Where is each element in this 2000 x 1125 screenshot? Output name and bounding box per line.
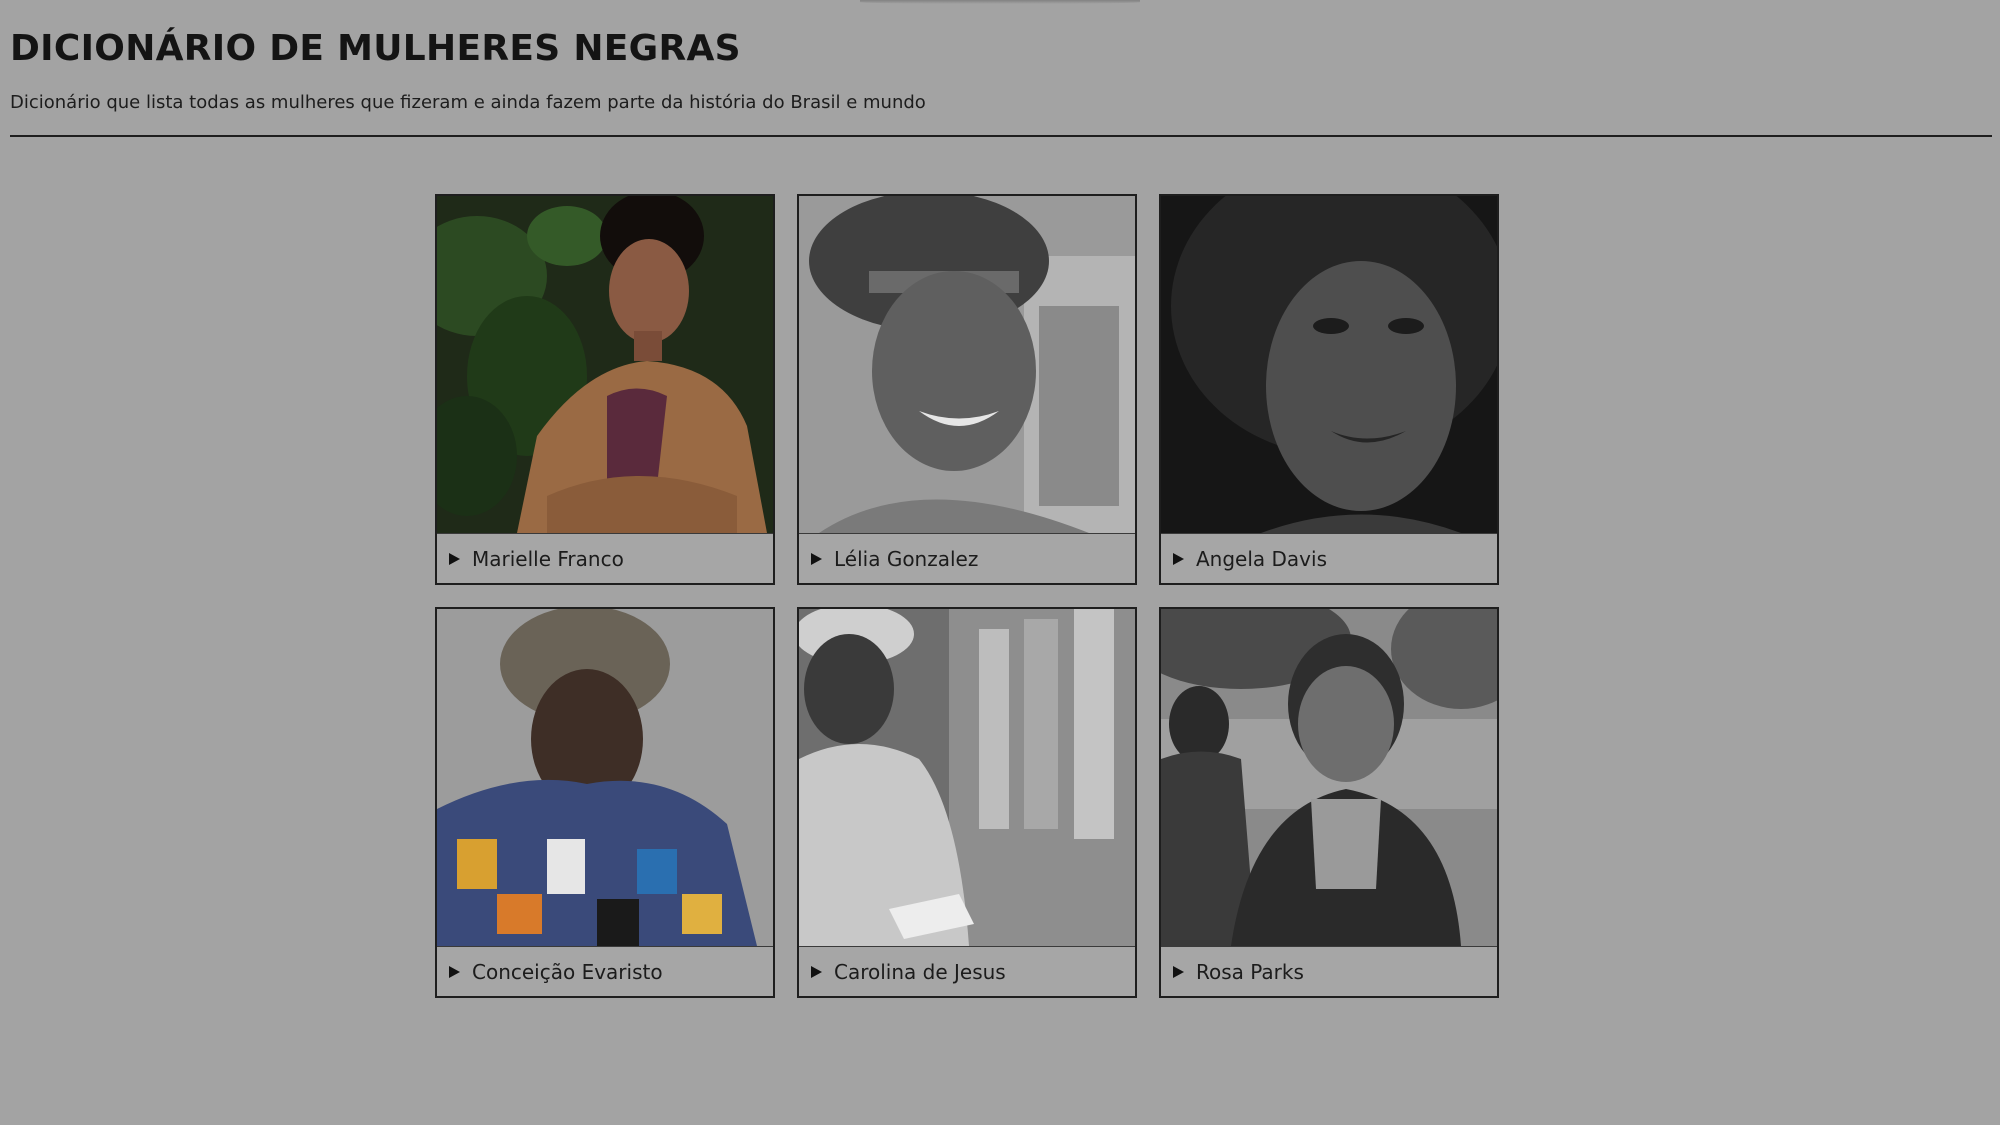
header-divider [10,135,1992,137]
woman-card-conceicao-evaristo: Conceição Evaristo [435,607,775,998]
woman-card-marielle-franco: Marielle Franco [435,194,775,585]
woman-name: Carolina de Jesus [834,959,1006,984]
woman-card-rosa-parks: Rosa Parks [1159,607,1499,998]
disclosure-triangle-icon [449,552,460,565]
woman-name: Lélia Gonzalez [834,546,979,571]
lelia-gonzalez-summary[interactable]: Lélia Gonzalez [799,534,1135,583]
angela-davis-summary[interactable]: Angela Davis [1161,534,1497,583]
rosa-parks-summary[interactable]: Rosa Parks [1161,947,1497,996]
disclosure-triangle-icon [811,965,822,978]
woman-name: Rosa Parks [1196,959,1304,984]
page-title: DICIONÁRIO DE MULHERES NEGRAS [10,28,741,69]
top-shadow [860,0,1140,4]
carolina-de-jesus-summary[interactable]: Carolina de Jesus [799,947,1135,996]
marielle-franco-summary[interactable]: Marielle Franco [437,534,773,583]
marielle-franco-photo [437,196,773,534]
woman-name: Conceição Evaristo [472,959,663,984]
woman-card-angela-davis: Angela Davis [1159,194,1499,585]
woman-name: Angela Davis [1196,546,1327,571]
woman-card-lelia-gonzalez: Lélia Gonzalez [797,194,1137,585]
carolina-de-jesus-photo [799,609,1135,947]
disclosure-triangle-icon [1173,965,1184,978]
lelia-gonzalez-photo [799,196,1135,534]
conceicao-evaristo-photo [437,609,773,947]
woman-card-carolina-de-jesus: Carolina de Jesus [797,607,1137,998]
woman-name: Marielle Franco [472,546,624,571]
women-grid: Marielle Franco Lélia Gonzalez Angela Da… [435,194,1499,998]
disclosure-triangle-icon [1173,552,1184,565]
disclosure-triangle-icon [811,552,822,565]
conceicao-evaristo-summary[interactable]: Conceição Evaristo [437,947,773,996]
disclosure-triangle-icon [449,965,460,978]
angela-davis-photo [1161,196,1497,534]
rosa-parks-photo [1161,609,1497,947]
page-subtitle: Dicionário que lista todas as mulheres q… [10,92,926,113]
